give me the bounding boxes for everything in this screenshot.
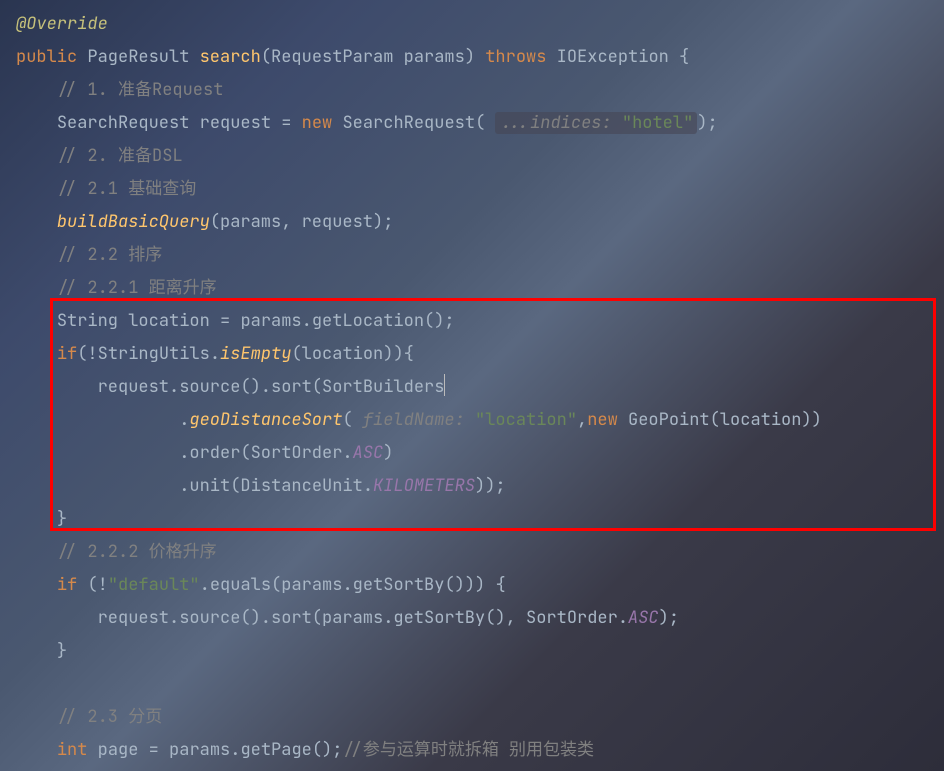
static-field: KILOMETERS xyxy=(373,475,475,497)
class-ref: DistanceUnit xyxy=(240,475,362,497)
return-type: PageResult xyxy=(87,46,189,68)
chain: request.source().sort(params.getSortBy()… xyxy=(98,607,526,629)
method-call: geoDistanceSort xyxy=(189,409,342,431)
keyword-if: if xyxy=(57,574,77,596)
code-line: if (!"default".equals(params.getSortBy()… xyxy=(16,569,944,602)
code-line: // 2.1 基础查询 xyxy=(16,173,944,206)
class-ref: StringUtils xyxy=(98,343,210,365)
param-type: RequestParam xyxy=(271,46,393,68)
code-line: .unit(DistanceUnit.KILOMETERS)); xyxy=(16,470,944,503)
code-line: @Override xyxy=(16,8,944,41)
code-line: } xyxy=(16,635,944,668)
code-line: // 1. 准备Request xyxy=(16,74,944,107)
code-line: request.source().sort(params.getSortBy()… xyxy=(16,602,944,635)
comment: // 2.1 基础查询 xyxy=(57,178,196,200)
var-name: page xyxy=(98,739,139,761)
keyword-if: if xyxy=(57,343,77,365)
var-type: String xyxy=(57,310,118,332)
constructor: GeoPoint xyxy=(628,409,710,431)
code-line: // 2.3 分页 xyxy=(16,701,944,734)
exception-type: IOException xyxy=(557,46,669,68)
comment: //参与运算时就拆箱 别用包装类 xyxy=(342,739,594,761)
code-line: // 2.2.2 价格升序 xyxy=(16,536,944,569)
string-literal: "default" xyxy=(108,574,200,596)
args: params.getSortBy() xyxy=(281,574,465,596)
code-line: .order(SortOrder.ASC) xyxy=(16,437,944,470)
code-line: // 2.2.1 距离升序 xyxy=(16,272,944,305)
text-cursor xyxy=(444,374,445,396)
expression: params.getLocation(); xyxy=(240,310,454,332)
code-line: } xyxy=(16,503,944,536)
comment: // 2.2.1 距离升序 xyxy=(57,277,217,299)
code-line: if(!StringUtils.isEmpty(location)){ xyxy=(16,338,944,371)
class-ref: SortOrder xyxy=(526,607,618,629)
keyword-int: int xyxy=(57,739,88,761)
code-line: String location = params.getLocation(); xyxy=(16,305,944,338)
method-call: unit xyxy=(189,475,230,497)
call-args: (params, request); xyxy=(210,211,394,233)
static-field: ASC xyxy=(628,607,659,629)
var-name: request xyxy=(200,112,271,134)
keyword-new: new xyxy=(587,409,618,431)
method-call: equals xyxy=(210,574,271,596)
param-name: params xyxy=(404,46,465,68)
comment: // 2. 准备DSL xyxy=(57,145,183,167)
chain: request.source().sort( xyxy=(98,376,322,398)
constructor: SearchRequest xyxy=(342,112,475,134)
arg: location xyxy=(302,343,384,365)
class-ref: SortBuilders xyxy=(322,376,444,398)
method-call: buildBasicQuery xyxy=(57,211,210,233)
param-hint: ...indices: xyxy=(499,112,611,134)
keyword-throws: throws xyxy=(485,46,546,68)
string-literal: "hotel" xyxy=(622,112,693,134)
code-line: int page = params.getPage();//参与运算时就拆箱 别… xyxy=(16,734,944,767)
static-field: ASC xyxy=(353,442,384,464)
comment: // 2.3 分页 xyxy=(57,706,162,728)
comment: // 1. 准备Request xyxy=(57,79,224,101)
code-line: // 2. 准备DSL xyxy=(16,140,944,173)
var-name: location xyxy=(128,310,210,332)
method-name: search xyxy=(200,46,261,68)
arg: location xyxy=(720,409,802,431)
code-line: public PageResult search(RequestParam pa… xyxy=(16,41,944,74)
keyword-public: public xyxy=(16,46,77,68)
expression: params.getPage(); xyxy=(169,739,342,761)
code-line: buildBasicQuery(params, request); xyxy=(16,206,944,239)
class-ref: SortOrder xyxy=(251,442,343,464)
annotation: @Override xyxy=(16,13,108,35)
keyword-new: new xyxy=(302,112,333,134)
code-line: // 2.2 排序 xyxy=(16,239,944,272)
comment: // 2.2 排序 xyxy=(57,244,162,266)
method-call: order xyxy=(189,442,240,464)
code-editor[interactable]: @Override public PageResult search(Reque… xyxy=(0,0,944,767)
var-type: SearchRequest xyxy=(57,112,190,134)
code-line xyxy=(16,668,944,701)
comment: // 2.2.2 价格升序 xyxy=(57,541,217,563)
code-line: SearchRequest request = new SearchReques… xyxy=(16,107,944,140)
code-line: .geoDistanceSort( fieldName: "location",… xyxy=(16,404,944,437)
string-literal: "location" xyxy=(475,409,577,431)
static-method: isEmpty xyxy=(220,343,291,365)
code-line: request.source().sort(SortBuilders xyxy=(16,371,944,404)
param-hint: fieldName: xyxy=(363,409,465,431)
